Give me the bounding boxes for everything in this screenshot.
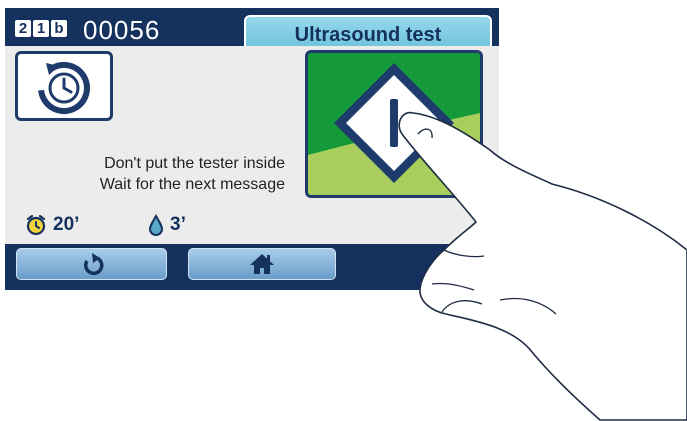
pointing-hand-illustration	[398, 111, 687, 421]
